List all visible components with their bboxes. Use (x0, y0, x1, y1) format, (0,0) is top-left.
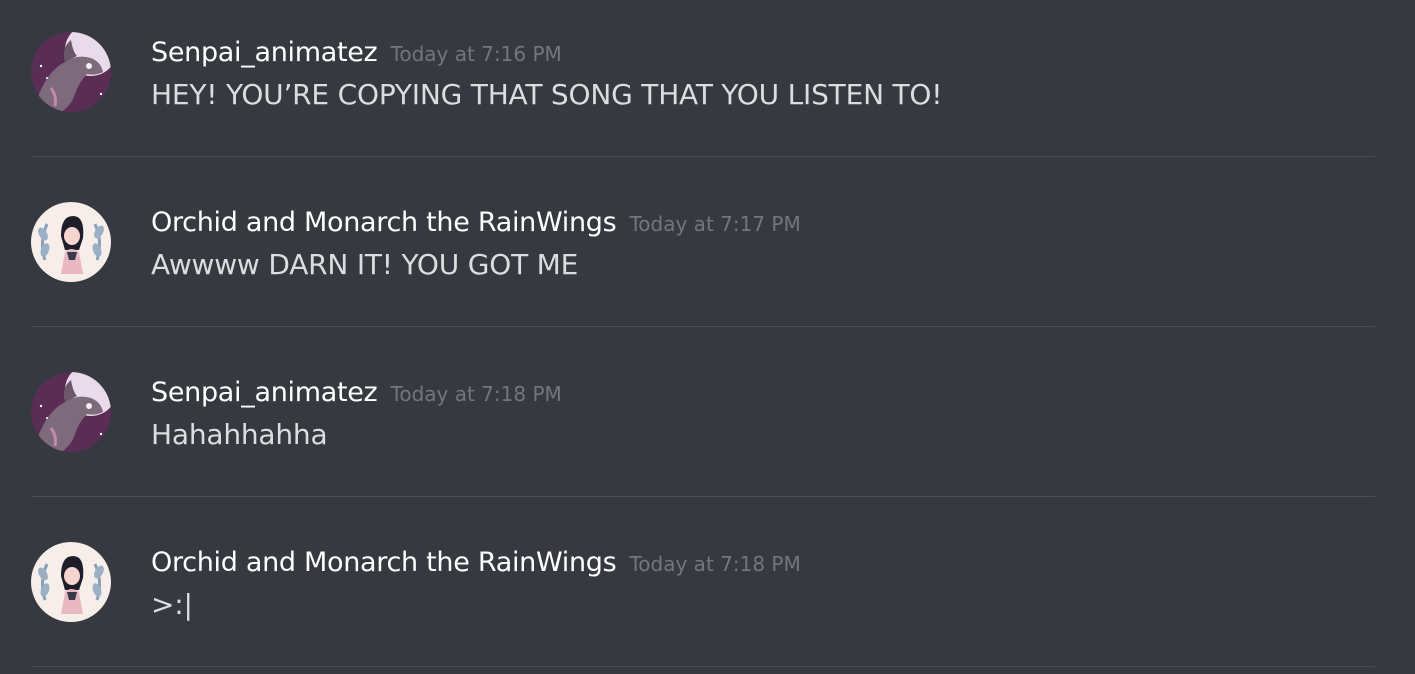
avatar[interactable] (31, 202, 111, 282)
chat-message: Senpai_animatez Today at 7:16 PM HEY! YO… (0, 0, 1415, 170)
chat-message: Orchid and Monarch the RainWings Today a… (0, 170, 1415, 340)
timestamp[interactable]: Today at 7:16 PM (391, 42, 562, 66)
message-text: Hahahhahha (151, 418, 328, 451)
message-text: >:| (151, 588, 193, 621)
message-divider (31, 496, 1375, 497)
avatar[interactable] (31, 32, 111, 112)
chat-message: Senpai_animatez Today at 7:18 PM Hahahha… (0, 340, 1415, 510)
message-header: Senpai_animatez Today at 7:18 PM (151, 373, 562, 416)
timestamp[interactable]: Today at 7:18 PM (391, 382, 562, 406)
message-divider (31, 326, 1375, 327)
timestamp[interactable]: Today at 7:18 PM (629, 552, 800, 576)
dragon-avatar-icon (31, 372, 111, 452)
message-header: Senpai_animatez Today at 7:16 PM (151, 33, 562, 76)
avatar[interactable] (31, 372, 111, 452)
username[interactable]: Senpai_animatez (151, 37, 378, 68)
girl-wreath-avatar-icon (31, 202, 111, 282)
girl-wreath-avatar-icon (31, 542, 111, 622)
message-divider (31, 666, 1375, 667)
username[interactable]: Orchid and Monarch the RainWings (151, 547, 617, 578)
message-text: Awwww DARN IT! YOU GOT ME (151, 248, 579, 281)
chat-message: Orchid and Monarch the RainWings Today a… (0, 510, 1415, 674)
username[interactable]: Orchid and Monarch the RainWings (151, 207, 617, 238)
username[interactable]: Senpai_animatez (151, 377, 378, 408)
message-header: Orchid and Monarch the RainWings Today a… (151, 543, 801, 586)
message-divider (31, 156, 1375, 157)
message-header: Orchid and Monarch the RainWings Today a… (151, 203, 801, 246)
timestamp[interactable]: Today at 7:17 PM (629, 212, 800, 236)
message-text: HEY! YOU’RE COPYING THAT SONG THAT YOU L… (151, 78, 943, 111)
chat-message-list: Senpai_animatez Today at 7:16 PM HEY! YO… (0, 0, 1415, 674)
dragon-avatar-icon (31, 32, 111, 112)
avatar[interactable] (31, 542, 111, 622)
